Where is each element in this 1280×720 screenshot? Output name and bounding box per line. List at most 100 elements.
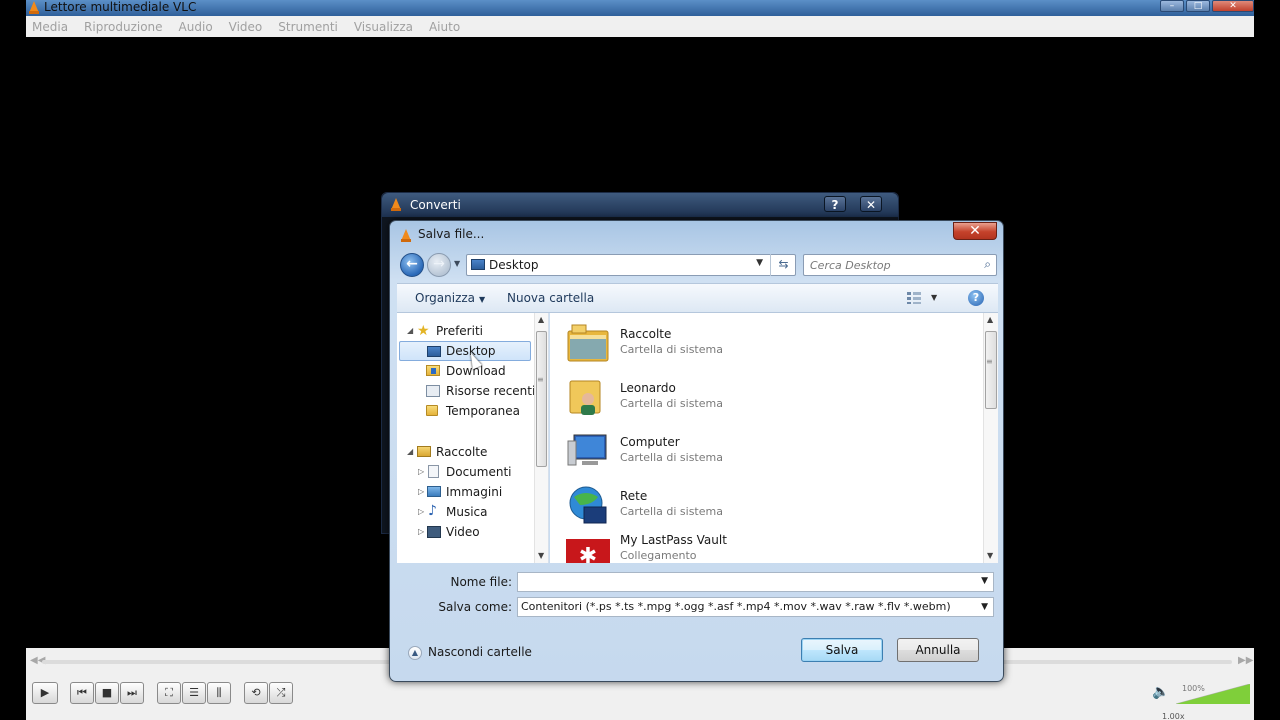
scroll-up-arrow-icon[interactable]: ▲ (538, 315, 544, 324)
file-type: Collegamento (620, 549, 697, 562)
save-button[interactable]: Salva (801, 638, 883, 662)
chevron-down-icon: ▼ (479, 295, 486, 304)
file-item-computer[interactable]: Computer Cartella di sistema (566, 427, 946, 477)
desktop-screen: Lettore multimediale VLC – □ ✕ Media Rip… (0, 0, 1280, 720)
file-item-leonardo[interactable]: Leonardo Cartella di sistema (566, 373, 946, 423)
collapsed-triangle-icon[interactable]: ▷ (418, 482, 424, 502)
convert-close-button[interactable]: ✕ (860, 196, 882, 212)
refresh-button[interactable]: ⇆ (770, 254, 796, 276)
convert-title-bar: Converti ? ✕ (382, 193, 898, 217)
menu-video[interactable]: Video (229, 20, 263, 34)
menu-help[interactable]: Aiuto (429, 20, 460, 34)
hide-folders-toggle[interactable]: ▲ Nascondi cartelle (408, 645, 532, 660)
shuffle-button[interactable]: ⤮ (269, 682, 293, 704)
help-icon[interactable]: ? (968, 290, 984, 306)
menu-audio[interactable]: Audio (179, 20, 213, 34)
extended-settings-button[interactable]: ⫼ (207, 682, 231, 704)
collapsed-triangle-icon[interactable]: ▷ (418, 462, 424, 482)
hide-folders-label: Nascondi cartelle (428, 645, 532, 659)
vlc-window-title: Lettore multimediale VLC (44, 0, 197, 14)
refresh-icon: ⇆ (778, 257, 789, 271)
previous-button[interactable]: ⏮ (70, 682, 94, 704)
scroll-down-arrow-icon[interactable]: ▼ (538, 551, 544, 560)
minimize-button[interactable]: – (1160, 0, 1184, 12)
play-button[interactable]: ▶ (32, 682, 58, 704)
nav-item-download[interactable]: Download (397, 361, 537, 381)
forward-button[interactable]: → (427, 253, 451, 277)
nav-item-recent[interactable]: Risorse recenti (397, 381, 537, 401)
scroll-grip-icon: ≡ (537, 375, 544, 384)
nav-group-libraries[interactable]: ◢ Raccolte (397, 442, 537, 462)
view-options-icon[interactable] (907, 292, 921, 304)
menu-playback[interactable]: Riproduzione (84, 20, 163, 34)
file-item-lastpass[interactable]: ✱ My LastPass Vault Collegamento (566, 529, 946, 563)
organize-menu[interactable]: Organizza ▼ (415, 291, 485, 305)
playback-speed[interactable]: 1.00x (1162, 712, 1185, 720)
nav-pane-scrollbar[interactable]: ▲ ≡ ▼ (534, 313, 548, 563)
nav-label-favorites: Preferiti (436, 324, 483, 338)
filename-label: Nome file: (450, 575, 512, 589)
scroll-down-arrow-icon[interactable]: ▼ (987, 551, 993, 560)
convert-title: Converti (410, 198, 461, 212)
nav-item-documenti[interactable]: ▷ Documenti (397, 462, 537, 482)
computer-icon (567, 434, 607, 466)
cancel-button[interactable]: Annulla (897, 638, 979, 662)
menu-view[interactable]: Visualizza (354, 20, 413, 34)
new-folder-button[interactable]: Nuova cartella (507, 291, 594, 305)
view-chevron-down-icon[interactable]: ▼ (931, 293, 937, 302)
file-item-raccolte[interactable]: Raccolte Cartella di sistema (566, 319, 946, 369)
maximize-button[interactable]: □ (1186, 0, 1210, 12)
nav-label-documenti: Documenti (446, 465, 512, 479)
nav-label-libraries: Raccolte (436, 445, 488, 459)
scroll-thumb[interactable] (536, 331, 547, 467)
save-type-chevron-icon[interactable]: ▼ (981, 598, 988, 616)
next-button[interactable]: ⏭ (120, 682, 144, 704)
music-note-icon: ♪ (428, 503, 437, 519)
menu-tools[interactable]: Strumenti (278, 20, 338, 34)
search-icon[interactable]: ⌕ (984, 257, 991, 272)
nav-item-immagini[interactable]: ▷ Immagini (397, 482, 537, 502)
organize-label: Organizza (415, 291, 476, 305)
filename-dropdown-chevron-icon[interactable]: ▼ (981, 576, 988, 586)
speaker-icon[interactable]: 🔈 (1152, 684, 1169, 700)
collapsed-triangle-icon[interactable]: ▷ (418, 522, 424, 542)
scroll-thumb[interactable] (985, 331, 997, 409)
playlist-button[interactable]: ☰ (182, 682, 206, 704)
file-item-rete[interactable]: Rete Cartella di sistema (566, 481, 946, 531)
stop-button[interactable]: ■ (95, 682, 119, 704)
dialog-close-button[interactable]: ✕ (953, 222, 997, 240)
nav-group-favorites[interactable]: ◢ ★ Preferiti (397, 321, 537, 341)
back-arrow-icon: ← (406, 256, 418, 272)
nav-item-desktop[interactable]: Desktop (399, 341, 531, 361)
nav-item-video[interactable]: ▷ Video (397, 522, 537, 542)
address-dropdown-chevron-icon[interactable]: ▼ (756, 258, 763, 268)
scroll-up-arrow-icon[interactable]: ▲ (987, 315, 993, 324)
menu-media[interactable]: Media (32, 20, 68, 34)
search-box[interactable]: ⌕ (803, 254, 997, 276)
seek-forward-arrow-icon[interactable]: ▶▶ (1238, 655, 1253, 666)
file-type: Cartella di sistema (620, 505, 723, 518)
svg-text:✱: ✱ (579, 544, 597, 563)
save-type-select[interactable]: Contenitori (*.ps *.ts *.mpg *.ogg *.asf… (517, 597, 994, 617)
save-type-label: Salva come: (438, 600, 512, 614)
nav-item-musica[interactable]: ▷ ♪ Musica (397, 502, 537, 522)
window-close-button[interactable]: ✕ (1212, 0, 1254, 12)
nav-item-temporanea[interactable]: Temporanea (397, 401, 537, 421)
file-list-scrollbar[interactable]: ▲ ≡ ▼ (983, 313, 998, 563)
convert-help-button[interactable]: ? (824, 196, 846, 212)
filename-field[interactable]: ▼ (517, 572, 994, 592)
recent-locations-chevron-icon[interactable]: ▼ (454, 259, 460, 268)
back-button[interactable]: ← (400, 253, 424, 277)
expanded-triangle-icon[interactable]: ◢ (407, 442, 413, 462)
file-name: Leonardo (620, 381, 676, 395)
loop-button[interactable]: ⟲ (244, 682, 268, 704)
lastpass-icon: ✱ (566, 539, 610, 563)
address-bar[interactable]: Desktop ▼ (466, 254, 796, 276)
nav-label-recent: Risorse recenti (446, 384, 536, 398)
fullscreen-button[interactable]: ⛶ (157, 682, 181, 704)
expanded-triangle-icon[interactable]: ◢ (407, 321, 413, 341)
video-film-icon (427, 526, 441, 538)
user-folder-icon (569, 380, 601, 415)
collapsed-triangle-icon[interactable]: ▷ (418, 502, 424, 522)
search-input[interactable] (810, 257, 970, 273)
